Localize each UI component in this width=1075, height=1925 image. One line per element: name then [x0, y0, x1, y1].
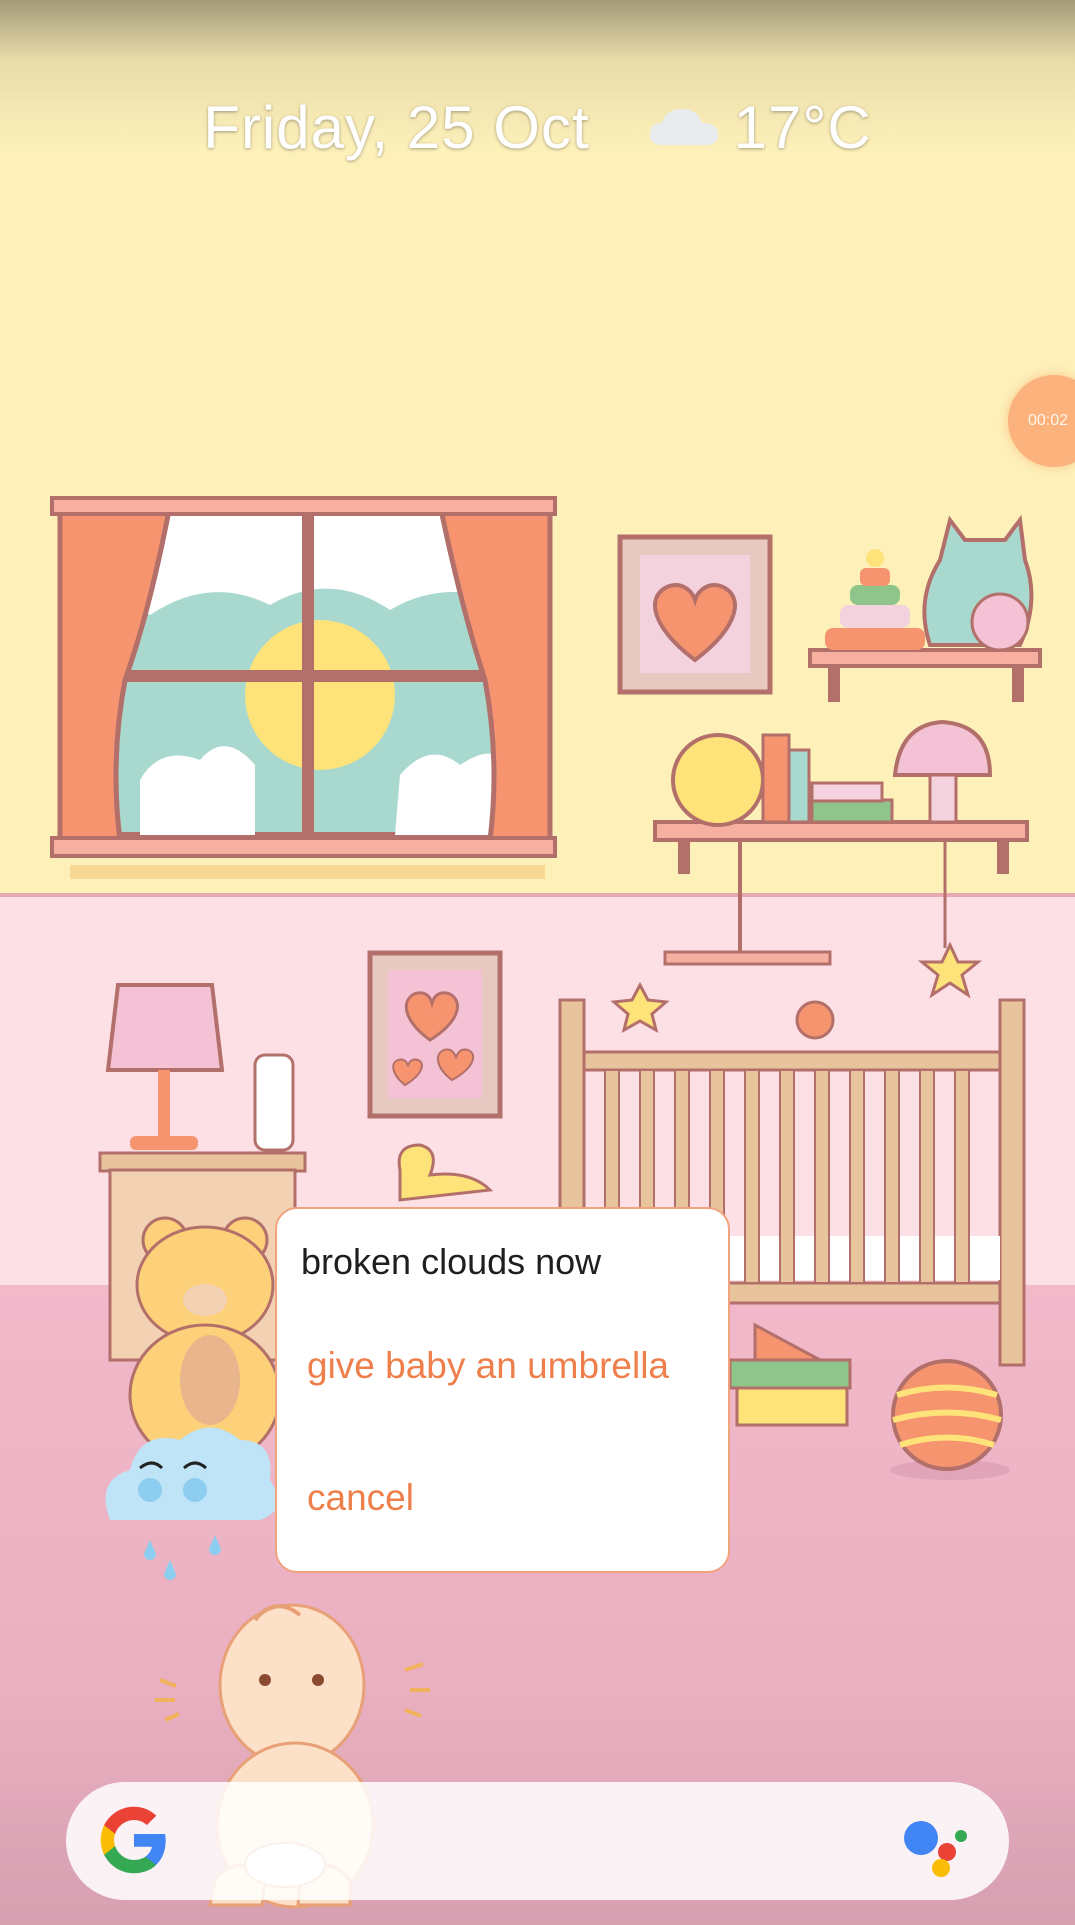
give-umbrella-button[interactable]: give baby an umbrella [307, 1345, 669, 1387]
nursery-wallpaper [50, 496, 1042, 1909]
google-g-icon[interactable] [96, 1802, 172, 1878]
top-shelf-illustration [808, 514, 1042, 702]
dialog-message: broken clouds now [301, 1241, 602, 1282]
floor-toys-illustration [728, 1322, 1010, 1480]
heart-frame-illustration [617, 534, 773, 695]
crib-mobile-illustration [610, 840, 983, 1040]
temperature-text[interactable]: 17°C [734, 93, 872, 162]
middle-shelf-illustration [653, 719, 1029, 874]
cloud-icon [649, 109, 718, 145]
at-a-glance-widget[interactable]: Friday, 25 Oct 17°C [0, 92, 1075, 162]
google-assistant-icon[interactable] [903, 1808, 973, 1878]
duck-illustration [397, 1143, 494, 1202]
window-illustration [50, 496, 557, 879]
google-search-bar[interactable] [66, 1782, 1009, 1900]
popup-dialog: broken clouds now give baby an umbrella … [275, 1207, 730, 1573]
cancel-button[interactable]: cancel [307, 1477, 414, 1519]
hearts-frame-illustration [367, 950, 503, 1119]
date-text[interactable]: Friday, 25 Oct [203, 93, 589, 162]
rain-cloud-illustration [105, 1427, 278, 1580]
